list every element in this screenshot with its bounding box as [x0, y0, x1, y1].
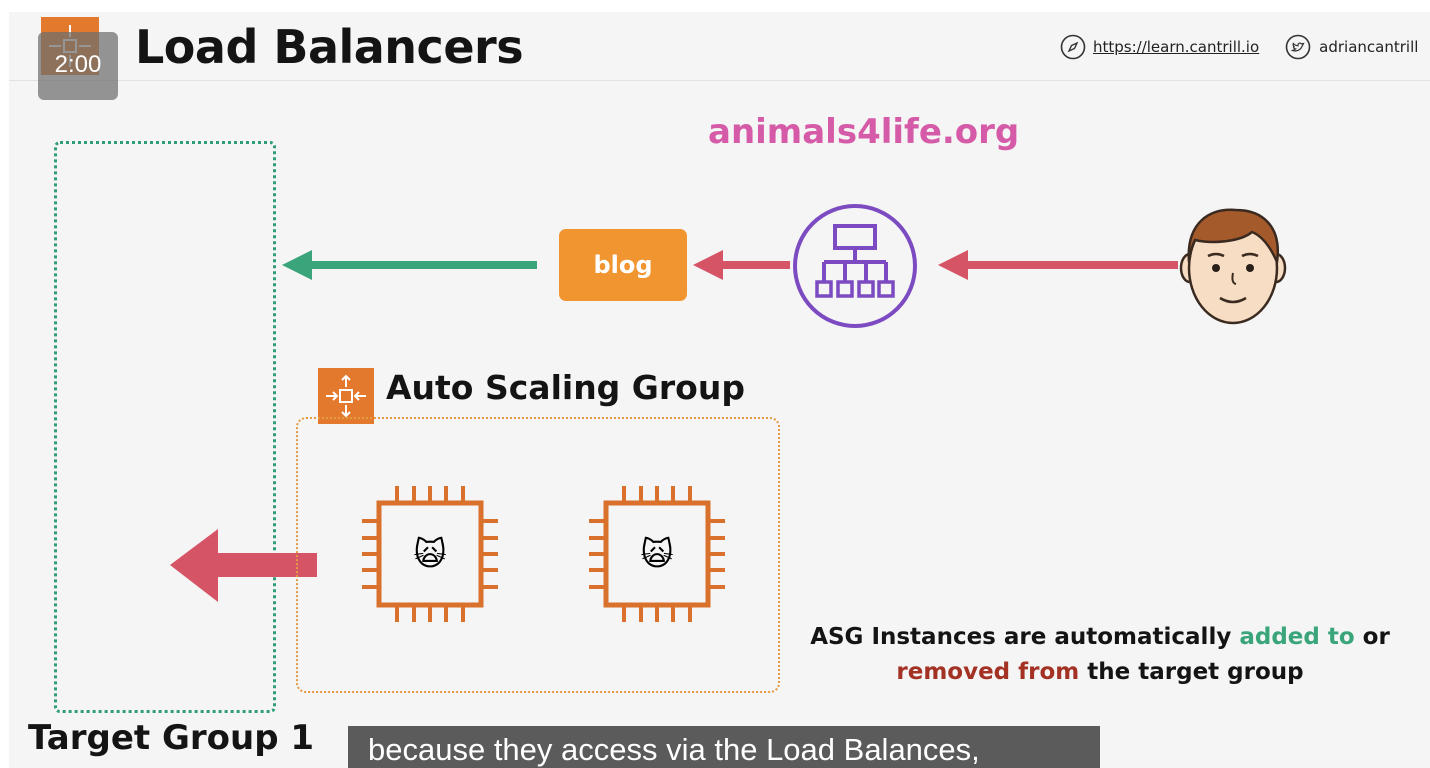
note-added: added to	[1239, 624, 1355, 650]
video-caption: because they access via the Load Balance…	[348, 726, 1100, 768]
target-group-box	[54, 141, 276, 713]
note-text-3: the target group	[1079, 659, 1304, 685]
cat-emoji-icon: 🙀	[640, 535, 674, 573]
ec2-instance-2: 🙀	[589, 486, 725, 622]
site-label: animals4life.org	[708, 112, 1020, 152]
cat-emoji-icon: 🙀	[413, 535, 447, 573]
header-links: https://learn.cantrill.io adriancantrill	[1060, 34, 1418, 60]
video-timer: 2:00	[38, 32, 118, 100]
target-group-label: Target Group 1	[28, 718, 315, 758]
asg-title: Auto Scaling Group	[386, 368, 745, 407]
blog-box: blog	[559, 229, 687, 301]
header-divider	[9, 80, 1430, 81]
twitter-handle[interactable]: adriancantrill	[1319, 38, 1418, 56]
asg-note: ASG Instances are automatically added to…	[780, 620, 1420, 690]
website-link[interactable]: https://learn.cantrill.io	[1093, 38, 1259, 56]
auto-scaling-icon	[326, 374, 366, 418]
asg-icon-box	[318, 368, 374, 424]
compass-icon	[1060, 34, 1086, 60]
twitter-icon	[1285, 34, 1311, 60]
note-text-1: ASG Instances are automatically	[810, 624, 1240, 650]
note-removed: removed from	[896, 659, 1080, 685]
slide-title: Load Balancers	[135, 20, 524, 74]
note-text-2: or	[1354, 624, 1390, 650]
ec2-instance-1: 🙀	[362, 486, 498, 622]
